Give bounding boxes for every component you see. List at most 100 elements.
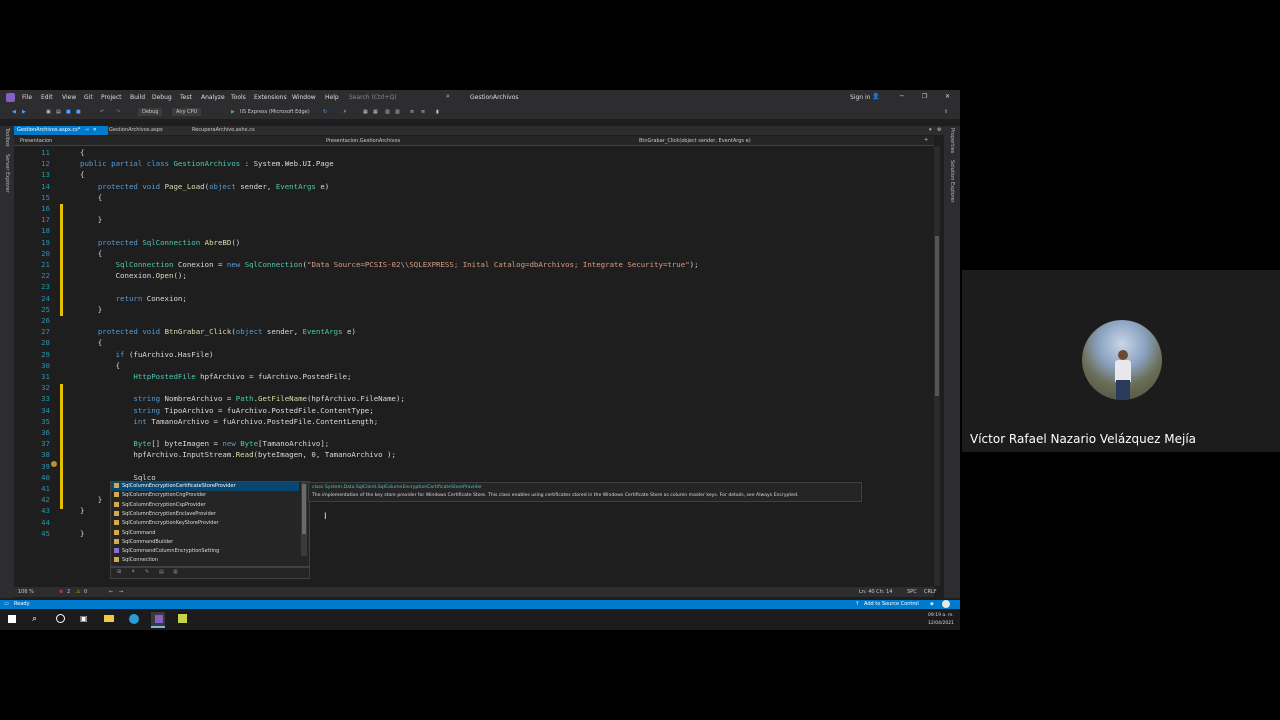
intellisense-item[interactable]: SqlCommandColumnEncryptionSetting: [111, 547, 299, 556]
align-right-icon[interactable]: ≡: [421, 109, 425, 115]
redo-icon[interactable]: ↷: [116, 109, 120, 115]
back-icon[interactable]: ◀: [12, 109, 16, 115]
menu-build[interactable]: Build: [130, 94, 145, 101]
menu-git[interactable]: Git: [84, 94, 93, 101]
open-icon[interactable]: ▤: [56, 109, 61, 115]
menu-project[interactable]: Project: [101, 94, 122, 101]
live-share-icon[interactable]: ⇪: [944, 109, 948, 115]
code-line: if (fuArchivo.HasFile): [115, 349, 214, 359]
server-explorer-tab[interactable]: Server Explorer: [4, 154, 10, 193]
signin-link[interactable]: Sign in: [850, 94, 870, 101]
tab-gestionarchivos-aspx[interactable]: GestionArchivos.aspx: [106, 126, 166, 135]
line-number: 18: [41, 226, 50, 236]
edge-icon[interactable]: [129, 614, 139, 624]
close-tab-icon[interactable]: ✕: [93, 127, 97, 133]
intellisense-item[interactable]: SqlCommandBuilder: [111, 538, 299, 547]
forward-icon[interactable]: ▶: [22, 109, 26, 115]
text-cursor-icon: I: [324, 512, 327, 522]
warning-icon[interactable]: ⚠: [76, 589, 80, 595]
member-dropdown[interactable]: BtnGrabar_Click(object sender, EventArgs…: [639, 138, 751, 144]
hot-reload-icon[interactable]: ⚡: [343, 109, 347, 115]
intellisense-item[interactable]: SqlColumnEncryptionCertificateStoreProvi…: [111, 482, 299, 491]
intellisense-item[interactable]: SqlCommand: [111, 529, 299, 538]
filter-icon[interactable]: ▤: [159, 569, 164, 575]
maximize-icon[interactable]: ❐: [922, 93, 927, 100]
repository-icon[interactable]: ◈: [930, 601, 934, 607]
intellisense-item[interactable]: SqlColumnEncryptionCspProvider: [111, 501, 299, 510]
run-button[interactable]: IIS Express (Microsoft Edge): [240, 109, 310, 115]
filter-icon[interactable]: ⊞: [117, 569, 121, 575]
properties-tab[interactable]: Properties: [949, 128, 955, 153]
search-box[interactable]: Search (Ctrl+Q): [349, 94, 397, 101]
app-icon[interactable]: [178, 614, 187, 623]
run-icon[interactable]: ▶: [231, 109, 235, 115]
menu-tools[interactable]: Tools: [231, 94, 246, 101]
menu-extensions[interactable]: Extensions: [254, 94, 287, 101]
scrollbar-thumb[interactable]: [935, 236, 939, 396]
bookmark-icon[interactable]: ▮: [436, 109, 439, 115]
toolbar-icon-c[interactable]: ▥: [385, 109, 390, 115]
intellisense-item[interactable]: SqlColumnEncryptionKeyStoreProvider: [111, 519, 299, 528]
settings-icon[interactable]: ⚙: [934, 126, 944, 135]
pin-icon[interactable]: ⊣: [84, 127, 88, 133]
config-dropdown[interactable]: Debug: [138, 108, 163, 116]
menu-debug[interactable]: Debug: [152, 94, 172, 101]
class-dropdown[interactable]: Presentacion.GestionArchivos: [326, 138, 400, 144]
search-icon[interactable]: ⌕: [32, 614, 37, 624]
platform-dropdown[interactable]: Any CPU: [172, 108, 202, 116]
undo-icon[interactable]: ↶: [100, 109, 104, 115]
toolbar-icon-a[interactable]: ▦: [363, 109, 368, 115]
tab-recuperaarchivo[interactable]: RecuperaArchivo.ashx.cs: [189, 126, 258, 135]
add-source-control-icon[interactable]: ↑: [855, 601, 859, 607]
filter-icon[interactable]: ✎: [145, 569, 149, 575]
solution-explorer-tab[interactable]: Solution Explorer: [949, 160, 955, 203]
split-icon[interactable]: +: [924, 137, 928, 143]
intellisense-item[interactable]: SqlColumnEncryptionCngProvider: [111, 491, 299, 500]
menu-test[interactable]: Test: [180, 94, 192, 101]
code-line: SqlConnection Conexion = new SqlConnecti…: [115, 260, 699, 269]
file-explorer-icon[interactable]: [104, 615, 114, 622]
cortana-icon[interactable]: [56, 614, 65, 623]
warning-count[interactable]: 0: [84, 589, 87, 595]
whitespace-mode[interactable]: SPC: [907, 589, 917, 595]
line-number: 34: [41, 405, 50, 415]
search-icon[interactable]: ⌕: [446, 92, 450, 101]
minimize-icon[interactable]: ─: [900, 93, 904, 100]
nav-forward-icon[interactable]: →: [119, 589, 123, 595]
error-icon[interactable]: ⊗: [59, 589, 63, 595]
menu-analyze[interactable]: Analyze: [201, 94, 225, 101]
filter-icon[interactable]: ▥: [173, 569, 178, 575]
new-item-icon[interactable]: ▣: [46, 109, 51, 115]
error-count[interactable]: 2: [67, 589, 70, 595]
save-icon[interactable]: ■: [66, 109, 71, 115]
menu-edit[interactable]: Edit: [41, 94, 53, 101]
intellisense-item[interactable]: SqlColumnEncryptionEnclaveProvider: [111, 510, 299, 519]
notifications-icon[interactable]: [942, 600, 950, 608]
windows-start-icon[interactable]: [8, 615, 16, 623]
filter-icon[interactable]: ⚘: [131, 569, 135, 575]
toolbar-icon-d[interactable]: ▥: [395, 109, 400, 115]
project-dropdown[interactable]: Presentacion: [20, 138, 52, 144]
close-icon[interactable]: ✕: [945, 93, 950, 100]
tab-gestionarchivos-cs[interactable]: GestionArchivos.aspx.cs* ⊣ ✕: [14, 126, 108, 135]
refresh-icon[interactable]: ↻: [323, 109, 327, 115]
intellisense-item[interactable]: SqlConnection: [111, 556, 299, 565]
add-source-control[interactable]: Add to Source Control: [864, 601, 919, 607]
menu-view[interactable]: View: [62, 94, 76, 101]
line-number: 29: [41, 349, 50, 359]
task-view-icon[interactable]: ▣: [80, 614, 88, 623]
toolbox-tab[interactable]: Toolbox: [4, 128, 10, 147]
line-endings[interactable]: CRLF: [924, 589, 937, 595]
intellisense-scrollbar-thumb[interactable]: [302, 484, 306, 534]
menu-help[interactable]: Help: [325, 94, 339, 101]
menu-window[interactable]: Window: [292, 94, 316, 101]
zoom-level[interactable]: 106 %: [18, 589, 34, 595]
account-icon[interactable]: 👤: [872, 93, 879, 100]
menu-file[interactable]: File: [22, 94, 32, 101]
lightbulb-icon[interactable]: [51, 461, 57, 467]
line-number: 31: [41, 372, 50, 381]
save-all-icon[interactable]: ■: [76, 109, 81, 115]
align-left-icon[interactable]: ≡: [410, 109, 414, 115]
toolbar-icon-b[interactable]: ▦: [373, 109, 378, 115]
nav-back-icon[interactable]: ←: [109, 589, 113, 595]
